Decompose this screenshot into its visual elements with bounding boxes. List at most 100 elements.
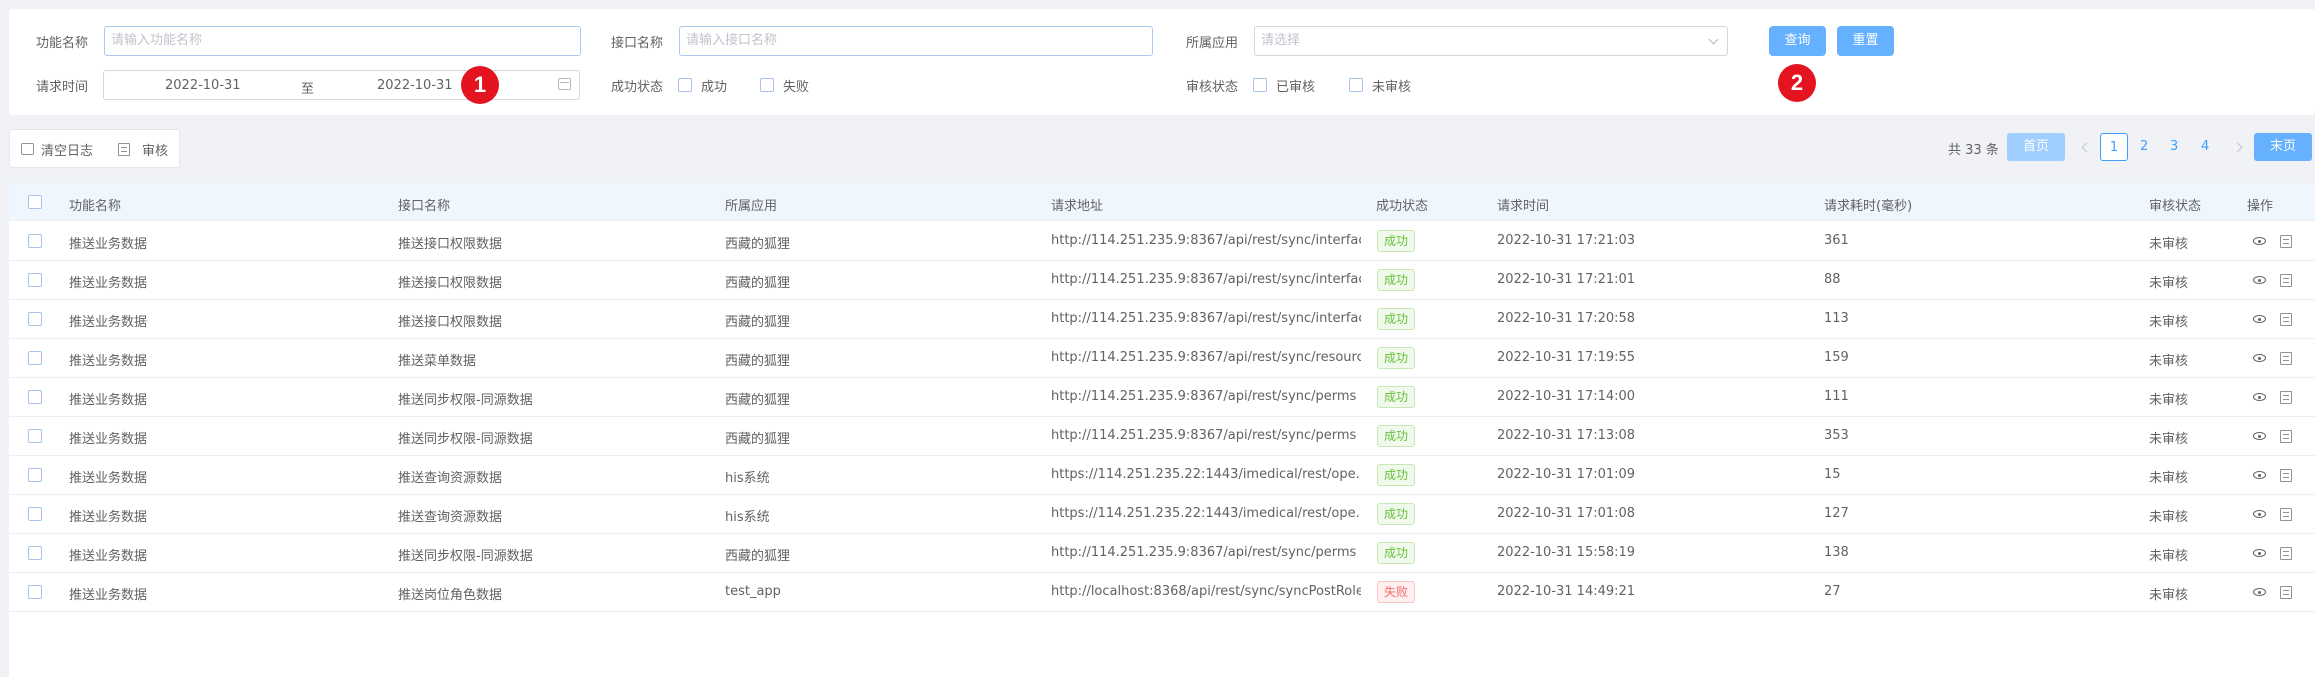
func-name-input[interactable]: 请输入功能名称 [104, 26, 581, 56]
audit-document-icon[interactable] [2280, 274, 2292, 287]
row-checkbox[interactable] [28, 390, 42, 404]
table-row[interactable]: 推送业务数据 推送岗位角色数据 test_app http://localhost:8… [9, 573, 2315, 612]
select-all-checkbox[interactable] [28, 195, 42, 209]
view-eye-icon[interactable] [2253, 354, 2266, 362]
audit-document-icon[interactable] [2280, 430, 2292, 443]
date-separator: 至 [301, 82, 315, 97]
view-eye-icon[interactable] [2253, 393, 2266, 401]
success-checkbox[interactable] [678, 78, 692, 92]
audit-document-icon[interactable] [2280, 586, 2292, 599]
last-page-button[interactable]: 末页 [2254, 133, 2312, 161]
view-eye-icon[interactable] [2253, 471, 2266, 479]
column-header[interactable]: 审核状态 [2149, 195, 2201, 214]
cell-request-url: http://114.251.235.9:8367/api/rest/sync/… [1051, 428, 1357, 443]
status-badge: 成功 [1377, 425, 1416, 447]
fail-checkbox[interactable] [760, 78, 774, 92]
cell-request-time: 2022-10-31 17:14:00 [1497, 389, 1636, 404]
cell-request-url: http://114.251.235.9:8367/api/rest/sync/… [1051, 389, 1357, 404]
cell-cost: 88 [1824, 272, 1841, 287]
cell-api-name: 推送同步权限-同源数据 [398, 393, 533, 408]
row-checkbox[interactable] [28, 429, 42, 443]
query-button[interactable]: 查询 [1769, 26, 1826, 56]
view-eye-icon[interactable] [2253, 276, 2266, 284]
status-badge: 成功 [1377, 503, 1416, 525]
cell-api-name: 推送查询资源数据 [398, 510, 503, 525]
cell-func-name: 推送业务数据 [69, 549, 148, 564]
table-row[interactable]: 推送业务数据 推送接口权限数据 西藏的狐狸 http://114.251.235.9:… [9, 261, 2315, 300]
log-table: 功能名称 接口名称 所属应用 请求地址 成功状态 请求时间 请求耗时(毫秒) 审… [9, 182, 2315, 677]
app-select[interactable]: 请选择 [1254, 26, 1728, 56]
api-name-input[interactable]: 请输入接口名称 [679, 26, 1153, 56]
unaudited-option-label: 未审核 [1372, 80, 1412, 95]
cell-request-time: 2022-10-31 17:21:03 [1497, 233, 1636, 248]
table-row[interactable]: 推送业务数据 推送同步权限-同源数据 西藏的狐狸 http://114.251.235… [9, 534, 2315, 573]
pagination-total: 共 33 条 [1948, 143, 1999, 158]
column-header[interactable]: 成功状态 [1376, 195, 1428, 214]
column-header[interactable]: 请求耗时(毫秒) [1824, 195, 1912, 214]
table-row[interactable]: 推送业务数据 推送同步权限-同源数据 西藏的狐狸 http://114.251.235… [9, 417, 2315, 456]
page-1-button[interactable]: 1 [2100, 133, 2128, 161]
table-row[interactable]: 推送业务数据 推送查询资源数据 his系统 https://114.251.235.2… [9, 456, 2315, 495]
row-checkbox[interactable] [28, 273, 42, 287]
date-range-picker[interactable]: 2022-10-31 至 2022-10-31 [103, 70, 580, 100]
audit-document-icon[interactable] [2280, 508, 2292, 521]
row-checkbox[interactable] [28, 546, 42, 560]
row-checkbox[interactable] [28, 312, 42, 326]
view-eye-icon[interactable] [2253, 432, 2266, 440]
cell-audit-status: 未审核 [2149, 471, 2189, 486]
audit-document-icon[interactable] [2280, 391, 2292, 404]
page-2-button[interactable]: 2 [2140, 139, 2148, 154]
calendar-icon [558, 78, 571, 90]
page-3-button[interactable]: 3 [2170, 139, 2178, 154]
table-row[interactable]: 推送业务数据 推送查询资源数据 his系统 https://114.251.235.2… [9, 495, 2315, 534]
column-header[interactable]: 所属应用 [725, 195, 777, 214]
unaudited-checkbox[interactable] [1349, 78, 1363, 92]
row-checkbox[interactable] [28, 507, 42, 521]
cell-request-url: https://114.251.235.22:1443/imedical/res… [1051, 467, 1361, 482]
column-header[interactable]: 功能名称 [69, 195, 121, 214]
status-badge: 成功 [1377, 542, 1416, 564]
reset-button[interactable]: 重置 [1837, 26, 1894, 56]
row-checkbox[interactable] [28, 351, 42, 365]
table-row[interactable]: 推送业务数据 推送菜单数据 西藏的狐狸 http://114.251.235.9:83… [9, 339, 2315, 378]
cell-request-url: http://114.251.235.9:8367/api/rest/sync/… [1051, 350, 1361, 365]
cell-func-name: 推送业务数据 [69, 588, 148, 603]
row-checkbox[interactable] [28, 468, 42, 482]
column-header[interactable]: 接口名称 [398, 195, 450, 214]
first-page-button[interactable]: 首页 [2007, 133, 2065, 161]
column-header[interactable]: 请求地址 [1051, 195, 1103, 214]
cell-request-time: 2022-10-31 17:01:09 [1497, 467, 1636, 482]
audit-document-icon[interactable] [2280, 352, 2292, 365]
clear-log-button[interactable]: 清空日志 [41, 140, 93, 159]
audited-checkbox[interactable] [1253, 78, 1267, 92]
cell-request-time: 2022-10-31 17:01:08 [1497, 506, 1636, 521]
cell-func-name: 推送业务数据 [69, 276, 148, 291]
audit-document-icon[interactable] [2280, 235, 2292, 248]
row-checkbox[interactable] [28, 234, 42, 248]
view-eye-icon[interactable] [2253, 549, 2266, 557]
view-eye-icon[interactable] [2253, 315, 2266, 323]
audit-document-icon[interactable] [2280, 469, 2292, 482]
audit-status-label: 审核状态 [1186, 80, 1239, 95]
func-name-label: 功能名称 [36, 36, 89, 51]
table-row[interactable]: 推送业务数据 推送接口权限数据 西藏的狐狸 http://114.251.235.9:… [9, 222, 2315, 261]
cell-request-time: 2022-10-31 17:13:08 [1497, 428, 1636, 443]
audit-document-icon[interactable] [2280, 313, 2292, 326]
table-row[interactable]: 推送业务数据 推送接口权限数据 西藏的狐狸 http://114.251.235.9:… [9, 300, 2315, 339]
app-select-placeholder: 请选择 [1261, 33, 1301, 48]
page-4-button[interactable]: 4 [2201, 139, 2209, 154]
next-page-icon[interactable] [2232, 142, 2243, 153]
cell-app: 西藏的狐狸 [725, 237, 791, 252]
cell-request-url: http://114.251.235.9:8367/api/rest/sync/… [1051, 545, 1357, 560]
column-header[interactable]: 请求时间 [1497, 195, 1549, 214]
column-header[interactable]: 操作 [2247, 195, 2273, 214]
table-row[interactable]: 推送业务数据 推送同步权限-同源数据 西藏的狐狸 http://114.251.235… [9, 378, 2315, 417]
audit-button[interactable]: 审核 [142, 140, 168, 159]
cell-cost: 111 [1824, 389, 1849, 404]
prev-page-icon[interactable] [2081, 142, 2092, 153]
audit-document-icon[interactable] [2280, 547, 2292, 560]
view-eye-icon[interactable] [2253, 588, 2266, 596]
row-checkbox[interactable] [28, 585, 42, 599]
view-eye-icon[interactable] [2253, 510, 2266, 518]
view-eye-icon[interactable] [2253, 237, 2266, 245]
